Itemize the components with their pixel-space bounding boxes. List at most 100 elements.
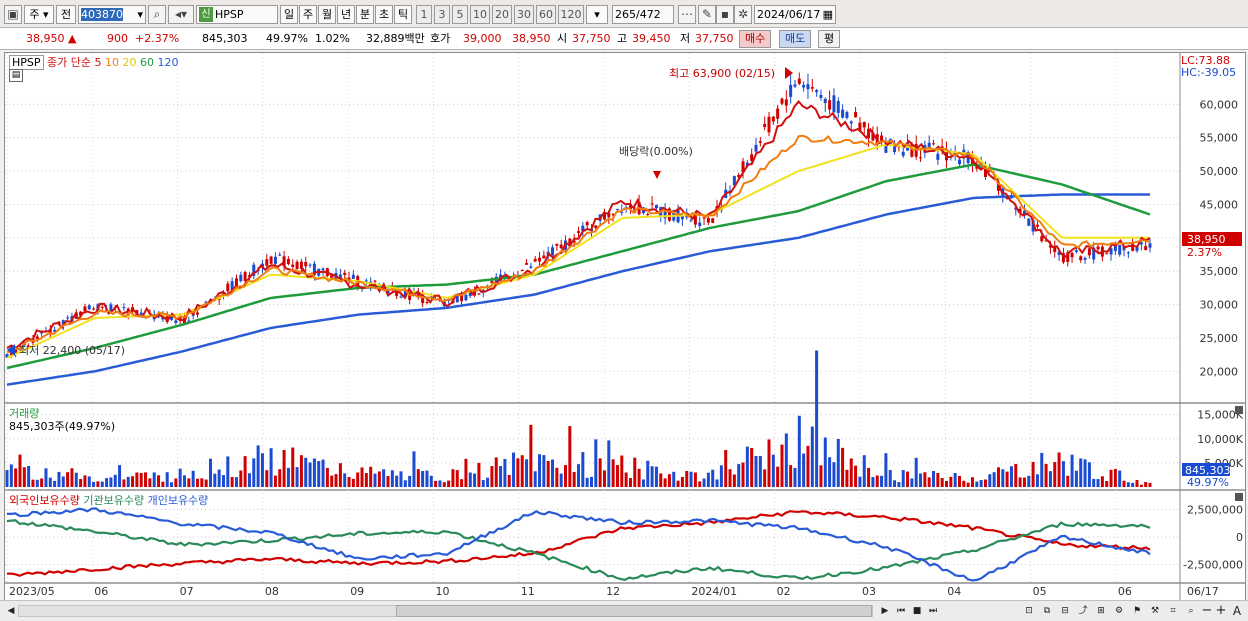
scroll-right-icon[interactable]: ▶ <box>878 604 892 618</box>
period-tick[interactable]: 틱 <box>394 5 412 24</box>
candle-body <box>854 112 858 118</box>
volume-bar <box>1044 463 1048 487</box>
volume-bar <box>105 478 109 487</box>
settings-icon[interactable]: ⚙ <box>1112 604 1126 618</box>
period-minute[interactable]: 분 <box>356 5 374 24</box>
minute-3[interactable]: 3 <box>434 5 450 24</box>
period-year[interactable]: 년 <box>337 5 355 24</box>
candle-body <box>789 84 793 97</box>
gear-icon[interactable]: ✲ <box>734 5 752 24</box>
volume-pane-close-icon[interactable] <box>1235 406 1243 414</box>
volume-bar <box>992 472 996 487</box>
scroll-thumb[interactable] <box>396 605 872 617</box>
candle-body <box>1113 245 1117 252</box>
sell-button[interactable]: 매도 <box>779 30 812 48</box>
chart-scrollbar[interactable]: ◀ ▶ ⏮ ■ ⏭ ⊡ ⧉ ⊟ ⤴ ⊞ ⚙ ⚑ ⚒ ⌗ ⌕ − + A <box>0 600 1248 621</box>
stock-code-input[interactable]: 403870 ▾ <box>78 5 146 24</box>
draw-icon[interactable]: ✎ <box>698 5 716 24</box>
layout-icon[interactable]: ▣ <box>4 5 22 24</box>
zoom-in-icon[interactable]: + <box>1214 604 1228 618</box>
volume-bar <box>213 473 217 487</box>
zoom-fit-icon[interactable]: ⊡ <box>1022 604 1036 618</box>
chart-svg[interactable]: 60,00055,00050,00045,00040,00035,00030,0… <box>5 53 1245 601</box>
search-icon[interactable]: ⌕ <box>148 5 166 24</box>
candle-body <box>585 222 589 226</box>
stop-icon[interactable]: ■ <box>910 604 924 618</box>
minute-120[interactable]: 120 <box>558 5 584 24</box>
candle-body <box>477 293 481 295</box>
type-select[interactable]: 주 ▾ <box>24 5 54 24</box>
volume-bar <box>74 472 78 487</box>
minute-10[interactable]: 10 <box>470 5 490 24</box>
candle-body <box>654 204 658 209</box>
period-month[interactable]: 월 <box>318 5 336 24</box>
candle-body <box>841 109 845 118</box>
font-size-icon[interactable]: A <box>1230 604 1244 618</box>
crop-icon[interactable]: ⌗ <box>1166 604 1180 618</box>
save-icon[interactable]: ▪ <box>716 5 734 24</box>
period-second[interactable]: 초 <box>375 5 393 24</box>
volume-bar <box>845 469 849 487</box>
volume-bar <box>66 472 70 487</box>
minute-5[interactable]: 5 <box>452 5 468 24</box>
candle-body <box>784 99 788 106</box>
volume-bar <box>615 465 619 487</box>
candle-body <box>1070 252 1074 258</box>
volume-bar <box>144 472 148 487</box>
flag-icon[interactable]: ⚑ <box>1130 604 1144 618</box>
volume-bar <box>304 457 308 487</box>
volume-bar <box>546 461 550 487</box>
calendar-icon[interactable]: ▦ <box>823 6 833 23</box>
minute-30[interactable]: 30 <box>514 5 534 24</box>
avg-button[interactable]: 평 <box>818 30 841 48</box>
compare-icon[interactable]: ⊟ <box>1058 604 1072 618</box>
volume-bar <box>572 472 576 487</box>
custom-period-select[interactable]: ▾ <box>586 5 608 24</box>
volume-bar <box>165 472 169 487</box>
volume-bar <box>468 472 472 487</box>
candle-body <box>776 108 780 119</box>
volume-bar <box>507 474 511 487</box>
last-page-icon[interactable]: ⏭ <box>926 604 940 618</box>
volume-bar <box>351 478 355 487</box>
date-input[interactable]: 2024/06/17 ▦ <box>754 5 836 24</box>
ask-price: 39,000 <box>463 32 502 45</box>
grid-icon[interactable]: ⋯ <box>678 5 696 24</box>
count-field[interactable]: 265/472 <box>612 5 674 24</box>
volume-bar <box>771 454 775 487</box>
volume-bar <box>862 455 866 487</box>
zoom-box-icon[interactable]: ⧉ <box>1040 604 1054 618</box>
period-week[interactable]: 주 <box>299 5 317 24</box>
high-marker-icon <box>785 67 793 79</box>
volume-bar <box>758 455 762 487</box>
minute-1[interactable]: 1 <box>416 5 432 24</box>
volume-bar <box>334 474 338 487</box>
table-icon[interactable]: ▤ <box>9 69 23 82</box>
candle-body <box>1083 257 1087 260</box>
holding-pane-close-icon[interactable] <box>1235 493 1243 501</box>
period-day[interactable]: 일 <box>280 5 298 24</box>
sound-icon[interactable]: ◂▾ <box>168 5 194 24</box>
candle-body <box>958 159 961 165</box>
price-tick-label: 45,000 <box>1200 198 1239 211</box>
chart-area[interactable]: 60,00055,00050,00045,00040,00035,00030,0… <box>4 52 1246 602</box>
zoom-out-icon[interactable]: − <box>1200 604 1214 618</box>
candle-body <box>1079 256 1083 261</box>
stock-name-field[interactable]: 신 HPSP <box>196 5 278 24</box>
tools-icon[interactable]: ⚒ <box>1148 604 1162 618</box>
scope-button[interactable]: 전 <box>56 5 76 24</box>
volume-bar <box>516 458 520 487</box>
link-icon[interactable]: ⊞ <box>1094 604 1108 618</box>
export-icon[interactable]: ⤴ <box>1076 604 1090 618</box>
buy-button[interactable]: 매수 <box>739 30 772 48</box>
minute-60[interactable]: 60 <box>536 5 556 24</box>
x-tick-label: 04 <box>947 585 961 598</box>
minute-20[interactable]: 20 <box>492 5 512 24</box>
current-price: 38,950 ▲ <box>26 32 77 45</box>
search-zoom-icon[interactable]: ⌕ <box>1184 604 1198 618</box>
first-page-icon[interactable]: ⏮ <box>894 604 908 618</box>
price-tick-label: 50,000 <box>1200 165 1239 178</box>
chevron-down-icon[interactable]: ▾ <box>137 6 143 23</box>
volume-bar <box>178 468 182 487</box>
scroll-left-icon[interactable]: ◀ <box>4 604 18 618</box>
